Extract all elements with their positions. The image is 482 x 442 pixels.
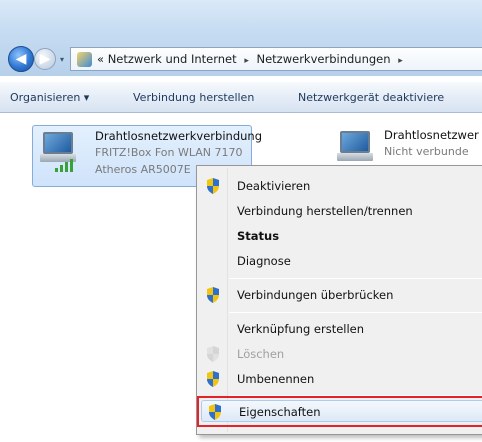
menu-item-rename[interactable]: Umbenennen (197, 367, 482, 391)
menu-separator (229, 312, 482, 313)
menu-item-deaktivieren[interactable]: Deaktivieren (197, 174, 482, 198)
connection-title: Drahtlosnetzwerkverbindung (95, 129, 262, 143)
menu-item-label: Eigenschaften (239, 405, 321, 419)
menu-item-eigenschaften[interactable]: Eigenschaften (199, 400, 482, 424)
menu-item-label: Verknüpfung erstellen (237, 322, 365, 336)
forward-button[interactable]: ▶ (34, 48, 56, 70)
context-menu: Deaktivieren Verbindung herstellen/trenn… (196, 165, 482, 435)
connection-title: Drahtlosnetzwer (384, 128, 479, 142)
wireless-adapter-icon (334, 131, 376, 171)
back-arrow-icon: ◀ (15, 51, 27, 67)
uac-shield-icon (207, 371, 219, 387)
menu-item-delete: Löschen (197, 342, 482, 366)
breadcrumb-netzwerk-und-internet[interactable]: Netzwerk und Internet (108, 52, 237, 66)
menu-item-label: Diagnose (237, 254, 291, 268)
explorer-window: ◀ ▶ ▾ « Netzwerk und Internet ▸ Netzwerk… (0, 0, 482, 442)
network-folder-icon (77, 52, 92, 67)
uac-shield-icon (207, 287, 219, 303)
connect-button[interactable]: Verbindung herstellen (133, 91, 254, 104)
forward-arrow-icon: ▶ (39, 51, 51, 67)
menu-item-label: Umbenennen (237, 372, 315, 386)
menu-item-create-shortcut[interactable]: Verknüpfung erstellen (197, 317, 482, 341)
menu-separator (229, 278, 482, 279)
connection-status: Nicht verbunde (384, 145, 469, 158)
history-dropdown-icon[interactable]: ▾ (60, 55, 64, 64)
menu-item-label: Status (237, 229, 280, 243)
connection-adapter: Atheros AR5007E (95, 163, 191, 176)
breadcrumb-separator-icon[interactable]: ▸ (244, 56, 249, 66)
menu-item-label: Verbindung herstellen/trennen (237, 204, 413, 218)
uac-shield-icon (207, 346, 219, 362)
menu-item-connect-disconnect[interactable]: Verbindung herstellen/trennen (197, 199, 482, 223)
breadcrumb-separator-icon[interactable]: ▸ (398, 56, 403, 66)
menu-item-bridge-connections[interactable]: Verbindungen überbrücken (197, 283, 482, 307)
uac-shield-icon (209, 404, 221, 420)
uac-shield-icon (207, 178, 219, 194)
breadcrumb: « Netzwerk und Internet ▸ Netzwerkverbin… (97, 52, 407, 66)
menu-item-status[interactable]: Status (197, 224, 482, 248)
breadcrumb-netzwerkverbindungen[interactable]: Netzwerkverbindungen (257, 52, 391, 66)
address-bar[interactable]: « Netzwerk und Internet ▸ Netzwerkverbin… (70, 47, 482, 71)
menu-item-label: Deaktivieren (237, 179, 311, 193)
disable-device-button[interactable]: Netzwerkgerät deaktiviere (298, 91, 444, 104)
back-button[interactable]: ◀ (8, 46, 34, 72)
menu-item-label: Löschen (237, 347, 285, 361)
connection-network: FRITZ!Box Fon WLAN 7170 (95, 146, 243, 159)
breadcrumb-overflow[interactable]: « (97, 52, 104, 66)
organize-button[interactable]: Organisieren ▾ (10, 91, 89, 104)
menu-item-diagnose[interactable]: Diagnose (197, 249, 482, 273)
command-bar: Organisieren ▾ Verbindung herstellen Net… (0, 82, 482, 113)
wireless-adapter-icon (37, 132, 79, 172)
highlight-frame: Eigenschaften (197, 396, 482, 427)
menu-item-label: Verbindungen überbrücken (237, 288, 394, 302)
